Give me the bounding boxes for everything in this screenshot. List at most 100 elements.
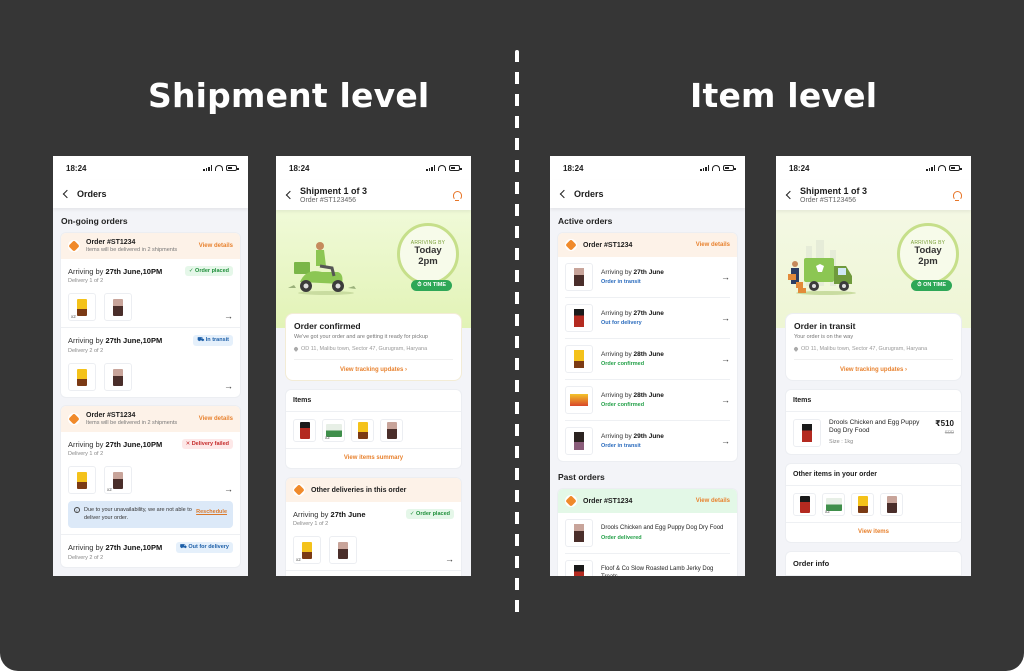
- signal-icon: [926, 165, 935, 171]
- arriving-text: Arriving by 27th June: [601, 269, 664, 276]
- reschedule-link[interactable]: Reschedule: [196, 508, 227, 516]
- item-row[interactable]: Arriving by 27th June Order in transit →: [565, 257, 730, 298]
- support-headset-icon[interactable]: [453, 190, 462, 201]
- status-bar: 18:24: [550, 156, 745, 180]
- item-row[interactable]: Floof & Co Slow Roasted Lamb Jerky Dog T…: [565, 554, 730, 576]
- delivery-row[interactable]: Arriving by 27th June ✓ Order placed Deli…: [286, 502, 461, 571]
- delivery-alert: i Due to your unavailability, we are not …: [68, 501, 233, 528]
- view-tracking-updates-link[interactable]: View tracking updates ›: [794, 359, 953, 380]
- arriving-text: Arriving by 27th June,10PM: [68, 336, 163, 345]
- order-id: Order #ST1234: [86, 412, 136, 419]
- delivery-row[interactable]: Arriving by 27th June,10PM ⛟ Out for deli…: [61, 535, 240, 567]
- order-subtitle: Items will be delivered in 2 shipments: [86, 420, 178, 426]
- wifi-icon: [215, 165, 223, 171]
- product-thumbnail: [565, 427, 593, 455]
- status-badge: ✕ Delivery failed: [181, 439, 233, 449]
- arriving-text: Arriving by 29th June: [601, 433, 664, 440]
- delivery-address: OD 11, Malibu town, Sector 47, Gurugram,…: [793, 346, 953, 352]
- arrow-right-icon[interactable]: →: [721, 395, 730, 405]
- support-headset-icon[interactable]: [953, 190, 962, 201]
- item-mrp: 600: [944, 430, 954, 436]
- section-heading-past: Past orders: [558, 472, 605, 482]
- view-details-link[interactable]: View details: [696, 242, 730, 248]
- item-row[interactable]: Arriving by 27th June Out for delivery →: [565, 298, 730, 339]
- item-row[interactable]: Arriving by 28th June Order confirmed →: [565, 339, 730, 380]
- delivery-row[interactable]: Arriving by 27th June,10PM ✓ Order placed…: [61, 259, 240, 328]
- arriving-text: Arriving by 27th June,10PM: [68, 439, 163, 449]
- status-time: 18:24: [789, 163, 810, 173]
- arrow-right-icon[interactable]: →: [721, 313, 730, 323]
- view-details-link[interactable]: View details: [199, 416, 233, 422]
- package-icon: [565, 495, 577, 507]
- on-time-badge: ⏱ ON TIME: [411, 280, 452, 291]
- package-icon: [68, 240, 80, 252]
- item-row[interactable]: Drools Chicken and Egg Puppy Dog Dry Foo…: [786, 412, 961, 454]
- battery-icon: [723, 165, 736, 171]
- delivery-truck-illustration: [788, 240, 856, 295]
- order-header: Order #ST1234 Items will be delivered in …: [61, 406, 240, 432]
- back-icon[interactable]: [62, 189, 72, 199]
- item-name: Drools Chicken and Egg Puppy Dog Dry Foo…: [829, 419, 920, 435]
- status-badge: ⛟ Out for delivery: [175, 541, 233, 553]
- signal-icon: [426, 165, 435, 171]
- arrow-right-icon[interactable]: →: [224, 312, 233, 321]
- view-items-link[interactable]: View items: [786, 522, 961, 542]
- delivery-row[interactable]: Arriving by 27th June,10PM ⛟ In transit D…: [61, 328, 240, 397]
- product-thumbnail: [293, 419, 316, 442]
- package-icon: [565, 239, 577, 251]
- arrow-right-icon[interactable]: →: [721, 436, 730, 446]
- item-row[interactable]: Drools Chicken and Egg Puppy Dog Dry Foo…: [565, 513, 730, 554]
- item-row[interactable]: Arriving by 29th June Order in transit →: [565, 421, 730, 461]
- battery-icon: [226, 165, 239, 171]
- product-thumbnail: [565, 386, 593, 414]
- view-details-link[interactable]: View details: [199, 243, 233, 249]
- delivery-row[interactable]: Arriving by 27th June,10PM ✕ Delivery fai…: [61, 432, 240, 535]
- product-thumbnail: x2: [68, 293, 96, 321]
- view-items-summary-link[interactable]: View items summary: [286, 448, 461, 468]
- order-card: Order #ST1234 View details Drools Chicke…: [557, 488, 738, 576]
- delivery-hero-banner: ARRIVING BY Today 2pm ⏱ ON TIME: [276, 210, 471, 328]
- product-thumbnail: [565, 560, 593, 576]
- arrow-right-icon[interactable]: →: [445, 555, 454, 564]
- order-card: Order #ST1234 View details Arriving by 2…: [557, 232, 738, 462]
- arrow-right-icon[interactable]: →: [224, 485, 233, 494]
- arrow-right-icon[interactable]: →: [721, 354, 730, 364]
- status-subtitle: We've got your order and are getting it …: [294, 334, 428, 340]
- order-info-heading: Order info: [786, 552, 961, 576]
- delivery-row[interactable]: Arriving by 27th June✓ Order placed: [286, 571, 461, 576]
- item-row[interactable]: Arriving by 28th June Order confirmed →: [565, 380, 730, 421]
- arriving-text: Arriving by 27th June: [601, 310, 664, 317]
- product-thumbnail: [565, 345, 593, 373]
- delivery-count: Delivery 2 of 2: [68, 554, 104, 561]
- page-title: Shipment 1 of 3: [300, 186, 368, 196]
- product-thumbnail: x2: [293, 536, 321, 564]
- arriving-text: Arriving by 27th June,10PM: [68, 542, 163, 552]
- status-time: 18:24: [289, 163, 310, 173]
- arrow-right-icon[interactable]: →: [721, 272, 730, 282]
- page-title: Orders: [574, 189, 604, 199]
- order-info-card: Order info View order details: [785, 551, 962, 576]
- order-id: Order #ST123456: [800, 197, 857, 204]
- back-icon[interactable]: [559, 189, 569, 199]
- back-icon[interactable]: [285, 190, 295, 200]
- arrow-right-icon[interactable]: →: [224, 382, 233, 391]
- product-thumbnail: [851, 493, 874, 516]
- wifi-icon: [712, 165, 720, 171]
- arriving-text: Arriving by 27th June: [293, 509, 366, 519]
- presentation-canvas: Shipment level Item level 18:24 Orders O…: [0, 0, 1024, 671]
- other-items-card: Other items in your order x2 View items: [785, 463, 962, 543]
- dashed-divider: [515, 50, 519, 620]
- signal-icon: [700, 165, 709, 171]
- section-title-item-level: Item level: [690, 76, 878, 115]
- phone-screen-shipment-detail: 18:24 Shipment 1 of 3 Order #ST123456 AR…: [276, 156, 471, 576]
- product-thumbnail: [793, 419, 821, 447]
- product-thumbnail: [793, 493, 816, 516]
- delivery-count: Delivery 1 of 2: [293, 521, 329, 527]
- back-icon[interactable]: [785, 190, 795, 200]
- status-title: Order confirmed: [294, 321, 361, 331]
- view-details-link[interactable]: View details: [696, 498, 730, 504]
- other-items-heading: Other items in your order: [786, 464, 961, 486]
- items-heading: Items: [286, 390, 461, 412]
- view-tracking-updates-link[interactable]: View tracking updates ›: [294, 359, 453, 380]
- wifi-icon: [438, 165, 446, 171]
